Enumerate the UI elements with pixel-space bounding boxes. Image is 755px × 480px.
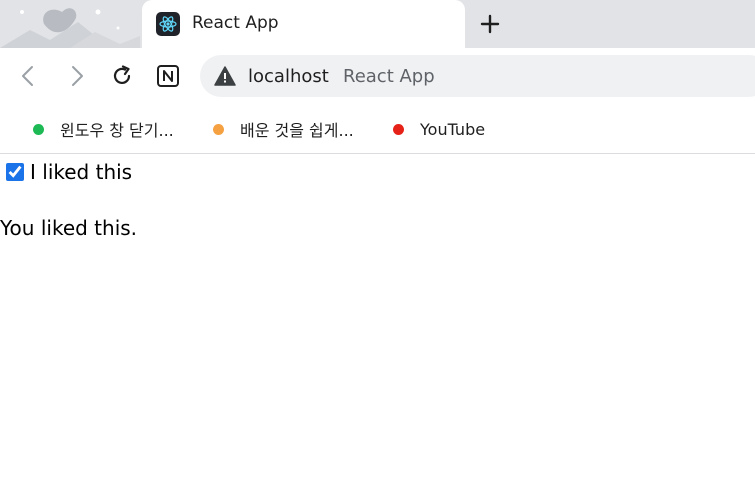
notion-icon[interactable] (154, 62, 182, 90)
page-content: I liked this You liked this. (0, 155, 755, 480)
chevron-left-icon[interactable] (14, 62, 42, 90)
browser-toolbar: localhost React App (0, 48, 755, 104)
reload-icon[interactable] (108, 62, 136, 90)
like-status-text: You liked this. (0, 216, 138, 240)
react-logo-icon (156, 12, 180, 36)
tab-react-app[interactable]: React App (142, 0, 465, 48)
bookmark-label: 윈도우 창 닫기... (60, 121, 174, 140)
url-host: localhost (248, 66, 329, 87)
theme-decoration (0, 8, 140, 48)
address-bar[interactable]: localhost React App (200, 55, 755, 97)
url-page-title: React App (343, 66, 435, 87)
bookmark-label: YouTube (420, 119, 486, 139)
bookmark-item[interactable]: 배운 것을 쉽게... (213, 118, 354, 140)
warning-icon[interactable] (214, 66, 236, 86)
bookmark-dot-icon (393, 123, 404, 135)
like-checkbox-row[interactable]: I liked this (6, 160, 132, 184)
chevron-right-icon[interactable] (63, 62, 91, 90)
bookmark-dot-icon (213, 123, 224, 135)
bookmarks-bar: 윈도우 창 닫기... 배운 것을 쉽게... YouTube (0, 104, 755, 154)
tab-strip: React App (0, 0, 755, 48)
like-checkbox-label: I liked this (30, 160, 133, 184)
tab-title: React App (192, 13, 279, 33)
like-checkbox[interactable] (6, 163, 24, 181)
bookmark-label: 배운 것을 쉽게... (240, 121, 354, 140)
bookmark-dot-icon (33, 123, 44, 135)
bookmark-item-youtube[interactable]: YouTube (393, 118, 485, 140)
bookmark-item[interactable]: 윈도우 창 닫기... (33, 118, 174, 140)
plus-icon[interactable] (476, 10, 504, 38)
